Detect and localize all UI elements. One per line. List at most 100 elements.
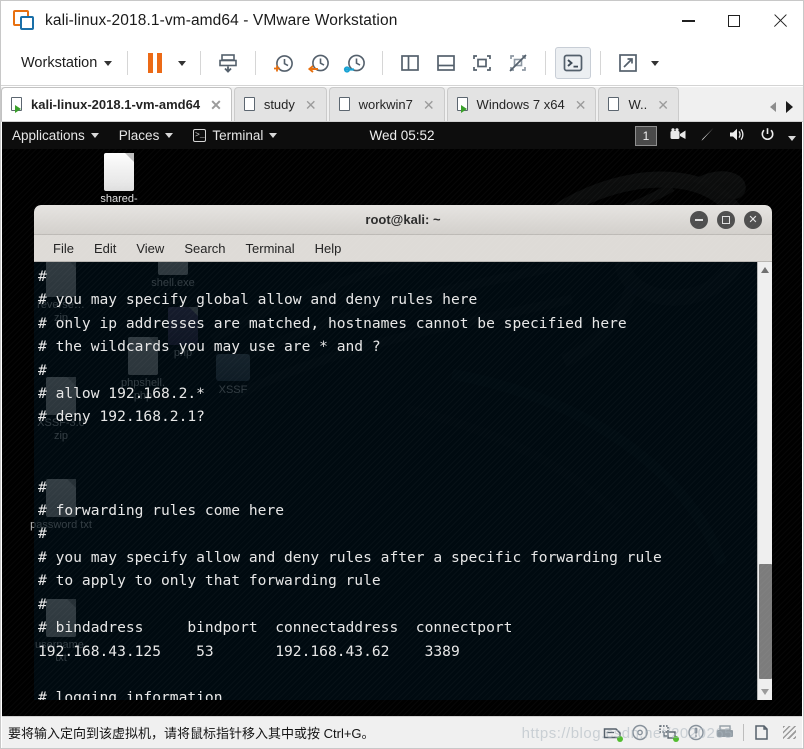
terminal-menu-bar: File Edit View Search Terminal Help (34, 235, 772, 262)
scroll-up-icon[interactable] (761, 267, 769, 273)
fit-guest-icon (473, 55, 492, 71)
terminal-close-button[interactable]: ✕ (744, 211, 762, 229)
vm-tab-study[interactable]: study ✕ (233, 87, 327, 121)
network-adapter-status-icon[interactable] (659, 724, 679, 742)
tab-close-button[interactable]: ✕ (420, 98, 438, 112)
menu-help[interactable]: Help (306, 238, 351, 259)
close-button[interactable] (757, 1, 803, 41)
tab-close-button[interactable]: ✕ (572, 98, 590, 112)
status-message: 要将输入定向到该虚拟机，请将鼠标指针移入其中或按 Ctrl+G。 (8, 726, 375, 741)
window-controls (665, 1, 803, 41)
toolbar-divider (545, 51, 547, 75)
show-console-view-button[interactable] (464, 47, 500, 79)
screencast-icon[interactable] (670, 128, 687, 143)
terminal-body[interactable]: # # you may specify global allow and den… (34, 262, 772, 700)
script-file-icon (104, 153, 134, 191)
tab-close-button[interactable]: ✕ (302, 98, 320, 112)
volume-icon[interactable] (729, 127, 747, 144)
menu-edit[interactable]: Edit (85, 238, 125, 259)
power-dropdown[interactable] (173, 47, 191, 79)
snapshot-button[interactable] (210, 47, 246, 79)
panel-bottom-icon (437, 55, 456, 71)
brightness-icon[interactable] (700, 127, 716, 144)
take-snapshot-button[interactable] (265, 47, 301, 79)
fullscreen-button[interactable] (610, 47, 646, 79)
menu-terminal[interactable]: Terminal (237, 238, 304, 259)
chevron-down-icon (269, 133, 278, 138)
active-app-menu[interactable]: >_ Terminal (183, 122, 287, 149)
vm-running-icon (11, 97, 24, 113)
vm-tab-label: workwin7 (358, 97, 413, 112)
minimize-icon (681, 20, 695, 22)
scrollbar-thumb[interactable] (759, 564, 772, 679)
show-sidebar-button[interactable] (392, 47, 428, 79)
vm-tab-w[interactable]: W.. ✕ (598, 87, 679, 121)
vm-tab-windows7x64[interactable]: Windows 7 x64 ✕ (446, 87, 597, 121)
places-menu[interactable]: Places (109, 122, 184, 149)
minimize-icon (695, 219, 703, 221)
chevron-down-icon (104, 60, 113, 66)
vm-tab-kali[interactable]: kali-linux-2018.1-vm-amd64 ✕ (1, 87, 232, 121)
clock-wrench-icon (343, 54, 365, 73)
connected-indicator (673, 736, 679, 742)
printer-status-icon[interactable] (715, 724, 734, 741)
hide-console-view-button[interactable] (500, 47, 536, 79)
chevron-down-icon (178, 60, 187, 66)
toolbar-divider (200, 51, 202, 75)
chevron-down-icon (651, 60, 660, 66)
menu-search[interactable]: Search (175, 238, 234, 259)
clock-plus-icon (273, 54, 293, 72)
fullscreen-dropdown[interactable] (646, 47, 664, 79)
terminal-maximize-button[interactable] (717, 211, 735, 229)
scroll-down-icon[interactable] (761, 689, 769, 695)
usb-device-status-icon[interactable] (753, 724, 772, 741)
send-ctrl-alt-del-button[interactable] (555, 47, 592, 79)
applications-menu[interactable]: Applications (2, 122, 109, 149)
scroll-tabs-right-icon[interactable] (786, 101, 793, 113)
power-icon[interactable] (760, 127, 775, 144)
cd-dvd-status-icon[interactable] (631, 724, 650, 741)
terminal-scrollbar[interactable] (757, 262, 772, 700)
menu-file[interactable]: File (44, 238, 83, 259)
chevron-down-icon (165, 133, 174, 138)
revert-snapshot-button[interactable] (301, 47, 337, 79)
menu-view[interactable]: View (127, 238, 173, 259)
system-menu-chevron-icon[interactable] (788, 129, 796, 143)
maximize-icon (722, 216, 730, 224)
snapshot-manager-button[interactable] (337, 47, 373, 79)
expand-icon (619, 54, 638, 72)
scroll-tabs-left-icon[interactable] (770, 102, 776, 112)
maximize-button[interactable] (711, 1, 757, 41)
toolbar-divider (600, 51, 602, 75)
guest-screen[interactable]: Applications Places >_ Terminal Wed 05:5… (2, 122, 802, 716)
suspend-button[interactable] (137, 47, 173, 79)
connected-indicator (617, 736, 623, 742)
pause-icon (148, 53, 163, 73)
terminal-output[interactable]: # # you may specify global allow and den… (34, 262, 757, 700)
show-thumbnail-bar-button[interactable] (428, 47, 464, 79)
workstation-menu-button[interactable]: Workstation (15, 51, 118, 75)
device-status-icons (603, 724, 802, 742)
terminal-content: # # you may specify global allow and den… (38, 268, 662, 700)
tab-close-button[interactable]: ✕ (207, 98, 225, 112)
vmware-toolbar: Workstation (1, 41, 803, 86)
vm-tab-workwin7[interactable]: workwin7 ✕ (328, 87, 445, 121)
vm-stopped-icon (338, 97, 352, 112)
hard-disk-status-icon[interactable] (603, 724, 623, 742)
tab-close-button[interactable]: ✕ (654, 98, 672, 112)
panel-clock[interactable]: Wed 05:52 (369, 128, 434, 143)
workspace-indicator[interactable]: 1 (635, 125, 657, 146)
sound-card-status-icon[interactable] (687, 724, 706, 741)
minimize-button[interactable] (665, 1, 711, 41)
vm-tab-label: study (263, 97, 295, 112)
gnome-desktop[interactable]: shared- folders.sh shell.exe reverse… zi… (2, 149, 802, 716)
resize-grip-icon[interactable] (783, 726, 796, 739)
status-divider (743, 724, 744, 741)
terminal-icon: >_ (193, 129, 207, 142)
vm-stopped-icon (608, 97, 621, 112)
terminal-minimize-button[interactable] (690, 211, 708, 229)
terminal-title: root@kali: ~ (365, 212, 441, 227)
terminal-window[interactable]: root@kali: ~ ✕ File Edit View Search Ter… (34, 205, 772, 701)
tab-scroll-controls (770, 101, 803, 121)
close-icon (773, 14, 787, 28)
